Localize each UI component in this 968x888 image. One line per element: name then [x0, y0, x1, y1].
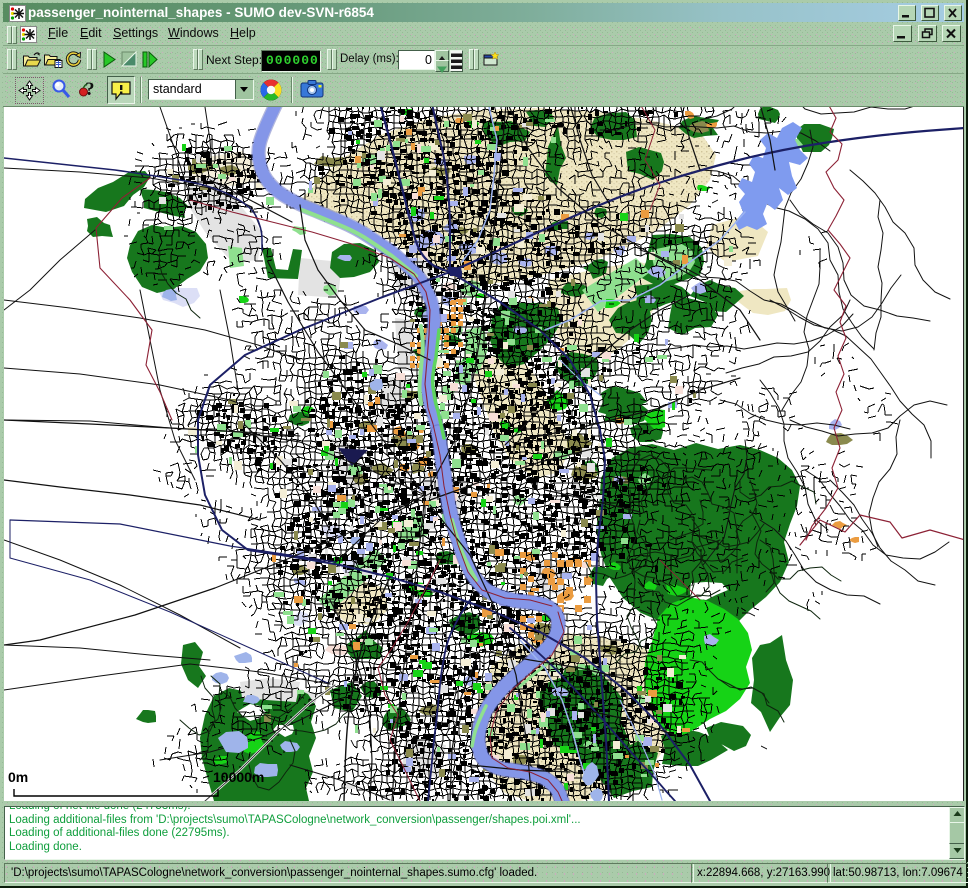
svg-text:0m: 0m — [8, 769, 28, 785]
svg-text:10000m: 10000m — [213, 769, 264, 785]
